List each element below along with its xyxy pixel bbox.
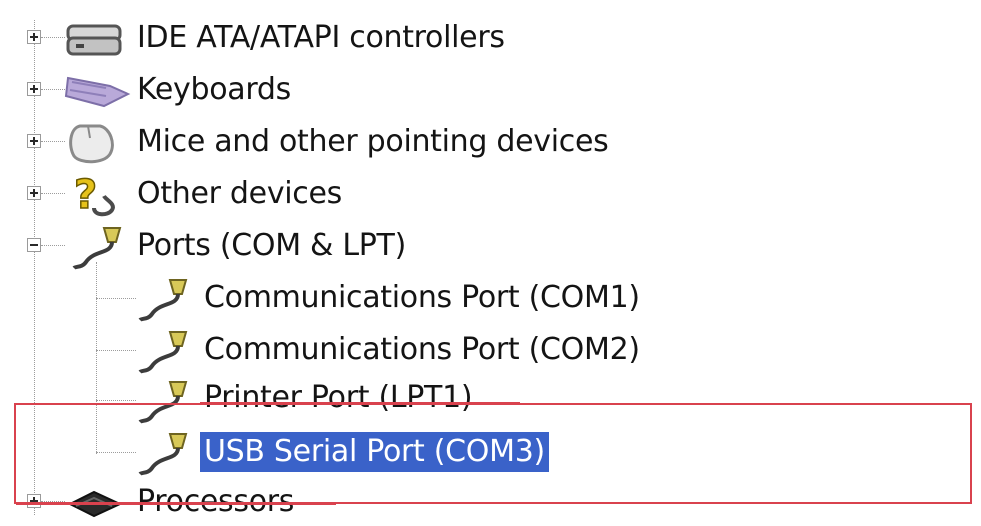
tree-item-other-devices[interactable]: ? Other devices bbox=[0, 170, 600, 218]
tree-item-ide-controllers[interactable]: IDE ATA/ATAPI controllers bbox=[0, 14, 600, 62]
tree-connector bbox=[41, 37, 65, 38]
tree-item-label: Communications Port (COM1) bbox=[204, 280, 640, 315]
tree-item-mice[interactable]: Mice and other pointing devices bbox=[0, 118, 700, 166]
tree-item-label: IDE ATA/ATAPI controllers bbox=[137, 20, 505, 55]
device-manager-tree: IDE ATA/ATAPI controllers Keyboards Mice… bbox=[0, 0, 981, 526]
tree-connector bbox=[41, 245, 65, 246]
expand-button[interactable] bbox=[27, 30, 41, 44]
tree-item-label: Ports (COM & LPT) bbox=[137, 228, 406, 263]
tree-item-keyboards[interactable]: Keyboards bbox=[0, 66, 600, 114]
tree-item-ports[interactable]: Ports (COM & LPT) bbox=[0, 222, 600, 270]
tree-connector bbox=[41, 141, 65, 142]
annotation-highlight-box bbox=[14, 403, 972, 504]
port-connector-icon bbox=[138, 331, 188, 374]
expand-button[interactable] bbox=[27, 82, 41, 96]
question-mark-icon: ? bbox=[73, 171, 115, 218]
tree-item-label: Communications Port (COM2) bbox=[204, 332, 640, 367]
tree-connector bbox=[41, 193, 65, 194]
tree-item-com1[interactable]: Communications Port (COM1) bbox=[0, 274, 720, 322]
tree-item-com2[interactable]: Communications Port (COM2) bbox=[0, 326, 720, 374]
mouse-icon bbox=[69, 124, 114, 164]
tree-item-label: Other devices bbox=[137, 176, 342, 211]
tree-item-label: Mice and other pointing devices bbox=[137, 124, 609, 159]
collapse-button[interactable] bbox=[27, 238, 41, 252]
port-connector-icon bbox=[138, 279, 188, 322]
expand-button[interactable] bbox=[27, 134, 41, 148]
ide-controller-icon bbox=[66, 24, 122, 56]
annotation-strike-line bbox=[16, 503, 336, 505]
port-connector-icon bbox=[72, 227, 122, 270]
tree-item-label: Keyboards bbox=[137, 72, 291, 107]
keyboard-icon bbox=[64, 76, 131, 108]
expand-button[interactable] bbox=[27, 186, 41, 200]
svg-text:?: ? bbox=[74, 172, 97, 218]
